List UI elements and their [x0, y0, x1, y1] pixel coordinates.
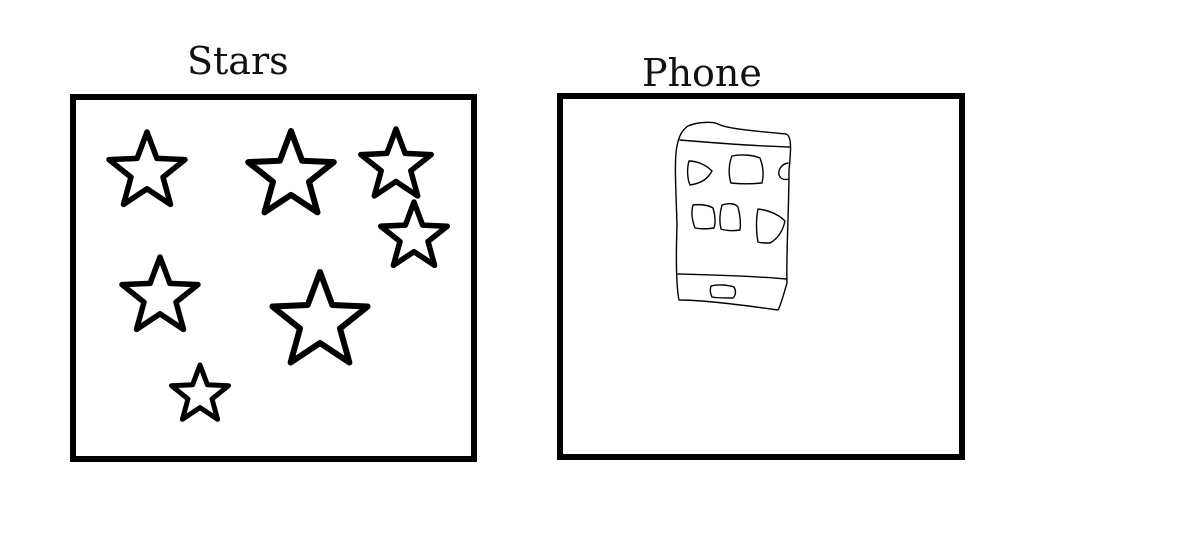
star-icon: [269, 269, 371, 366]
phone-icon: [674, 121, 792, 311]
app-icon: [728, 154, 764, 185]
star-icon: [119, 254, 201, 333]
app-icon: [755, 208, 786, 244]
star-icon: [245, 128, 337, 216]
app-icon: [691, 203, 716, 230]
star-icon: [169, 362, 231, 422]
stars-group: [106, 126, 451, 422]
app-icon: [778, 162, 790, 181]
app-icon: [686, 160, 713, 186]
phone-top-line: [679, 139, 791, 148]
app-icon: [719, 202, 742, 232]
phone-home-button: [709, 284, 737, 299]
phone-bottom-line: [677, 273, 787, 280]
star-icon: [377, 199, 451, 269]
star-icon: [106, 129, 188, 208]
drawing-canvas: [106, 121, 792, 422]
star-icon: [358, 126, 434, 199]
